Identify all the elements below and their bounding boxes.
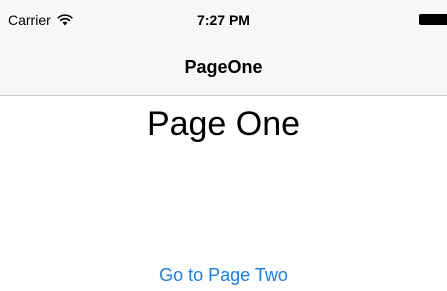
status-bar: Carrier 7:27 PM [0, 0, 447, 40]
battery-icon [419, 14, 447, 25]
go-to-page-two-button[interactable]: Go to Page Two [0, 263, 447, 287]
status-time: 7:27 PM [197, 12, 250, 28]
page-content: Page One Go to Page Two [0, 96, 447, 291]
page-heading: Page One [146, 105, 301, 143]
nav-title: PageOne [184, 57, 263, 77]
nav-bar: PageOne [0, 40, 447, 95]
navigation-header: Carrier 7:27 PM PageOne [0, 0, 447, 96]
